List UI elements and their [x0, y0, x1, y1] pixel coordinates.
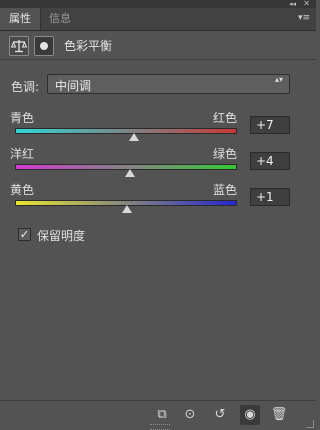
balance-scale-icon[interactable]: [9, 36, 29, 56]
resize-grip-handle[interactable]: [150, 424, 170, 430]
tab-bar: 属性 信息 ▾≡: [0, 8, 316, 31]
tone-label: 色调:: [11, 80, 40, 94]
preserve-luminosity-checkbox[interactable]: ✓: [18, 228, 31, 241]
value-field-yellow-blue[interactable]: +1: [250, 188, 290, 206]
adjustment-header: 色彩平衡: [0, 31, 316, 60]
tone-selected-value: 中间调: [55, 79, 92, 93]
adjustment-title: 色彩平衡: [64, 39, 113, 53]
preserve-luminosity-label[interactable]: 保留明度: [37, 227, 85, 244]
slider-thumb-magenta-green[interactable]: [125, 169, 136, 177]
slider-row-yellow-blue: 黄色 蓝色 +1: [0, 181, 316, 221]
tone-select[interactable]: 中间调 ▴▾: [47, 74, 290, 94]
slider-label-green: 绿色: [213, 147, 238, 161]
corner-resize-icon[interactable]: [306, 420, 314, 428]
value-field-cyan-red[interactable]: +7: [250, 116, 290, 134]
trash-icon[interactable]: 🗑: [269, 405, 289, 425]
reset-icon[interactable]: ↺: [210, 405, 230, 425]
slider-row-cyan-red: 青色 红色 +7: [0, 109, 316, 149]
panel-footer: ⧉ ⊙ ↺ ◉ 🗑: [0, 400, 316, 430]
slider-track-cyan-red[interactable]: [15, 128, 237, 134]
slider-thumb-yellow-blue[interactable]: [122, 205, 133, 213]
slider-row-magenta-green: 洋红 绿色 +4: [0, 145, 316, 185]
close-icon[interactable]: ✕: [303, 0, 310, 8]
slider-thumb-cyan-red[interactable]: [128, 133, 139, 141]
slider-label-yellow: 黄色: [10, 183, 35, 197]
clip-to-layer-icon[interactable]: ⧉: [152, 405, 172, 425]
tab-properties[interactable]: 属性: [0, 8, 40, 30]
slider-label-blue: 蓝色: [213, 183, 238, 197]
panel-menu-icon[interactable]: ▾≡: [298, 11, 310, 25]
value-field-magenta-green[interactable]: +4: [250, 152, 290, 170]
tab-info[interactable]: 信息: [40, 8, 79, 30]
chevron-up-down-icon: ▴▾: [274, 75, 283, 84]
visibility-eye-icon[interactable]: ◉: [240, 405, 260, 425]
panel-top-strip: ◂◂ ✕: [0, 0, 316, 8]
collapse-icon[interactable]: ◂◂: [289, 0, 296, 8]
slider-label-magenta: 洋红: [10, 147, 35, 161]
slider-label-cyan: 青色: [10, 111, 35, 125]
layer-mask-icon[interactable]: [34, 36, 54, 56]
slider-label-red: 红色: [213, 111, 238, 125]
view-previous-icon[interactable]: ⊙: [180, 405, 200, 425]
